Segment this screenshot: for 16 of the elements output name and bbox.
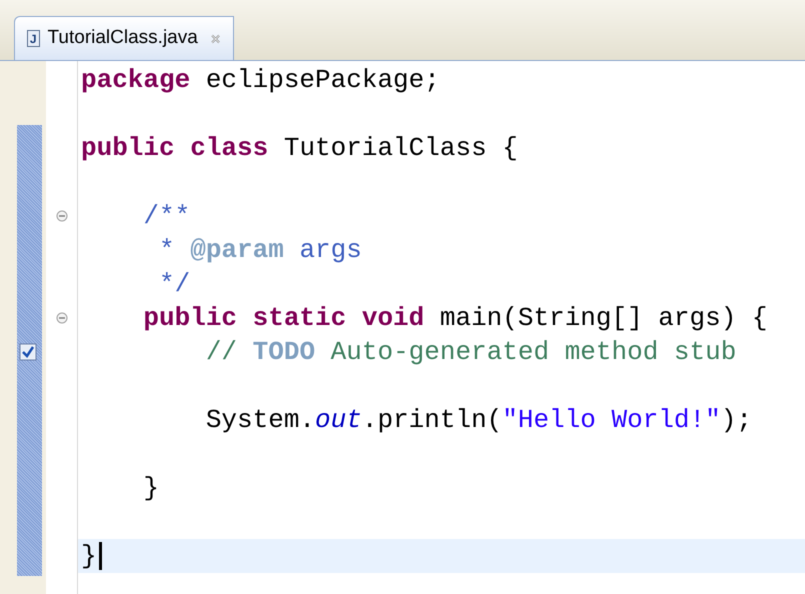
code-line: * @param args: [158, 237, 362, 263]
editor-tab[interactable]: J TutorialClass.java: [14, 16, 234, 60]
code-line: System.out.println("Hello World!");: [204, 407, 752, 433]
code-line: }: [142, 475, 160, 501]
code-line: */: [158, 271, 190, 297]
text-cursor: [98, 542, 102, 570]
fold-icon[interactable]: [56, 210, 68, 222]
tab-label: TutorialClass.java: [48, 26, 198, 50]
code-line: package eclipsePackage;: [81, 67, 440, 93]
code-line: public static void main(String[] args) {: [142, 305, 768, 331]
code-line: /**: [142, 203, 190, 229]
code-line: // TODO Auto-generated method stub: [204, 339, 736, 365]
code-line: public class TutorialClass {: [81, 135, 518, 161]
fold-icon[interactable]: [56, 312, 68, 324]
code-line: }: [81, 543, 97, 569]
java-file-icon: J: [27, 30, 40, 47]
